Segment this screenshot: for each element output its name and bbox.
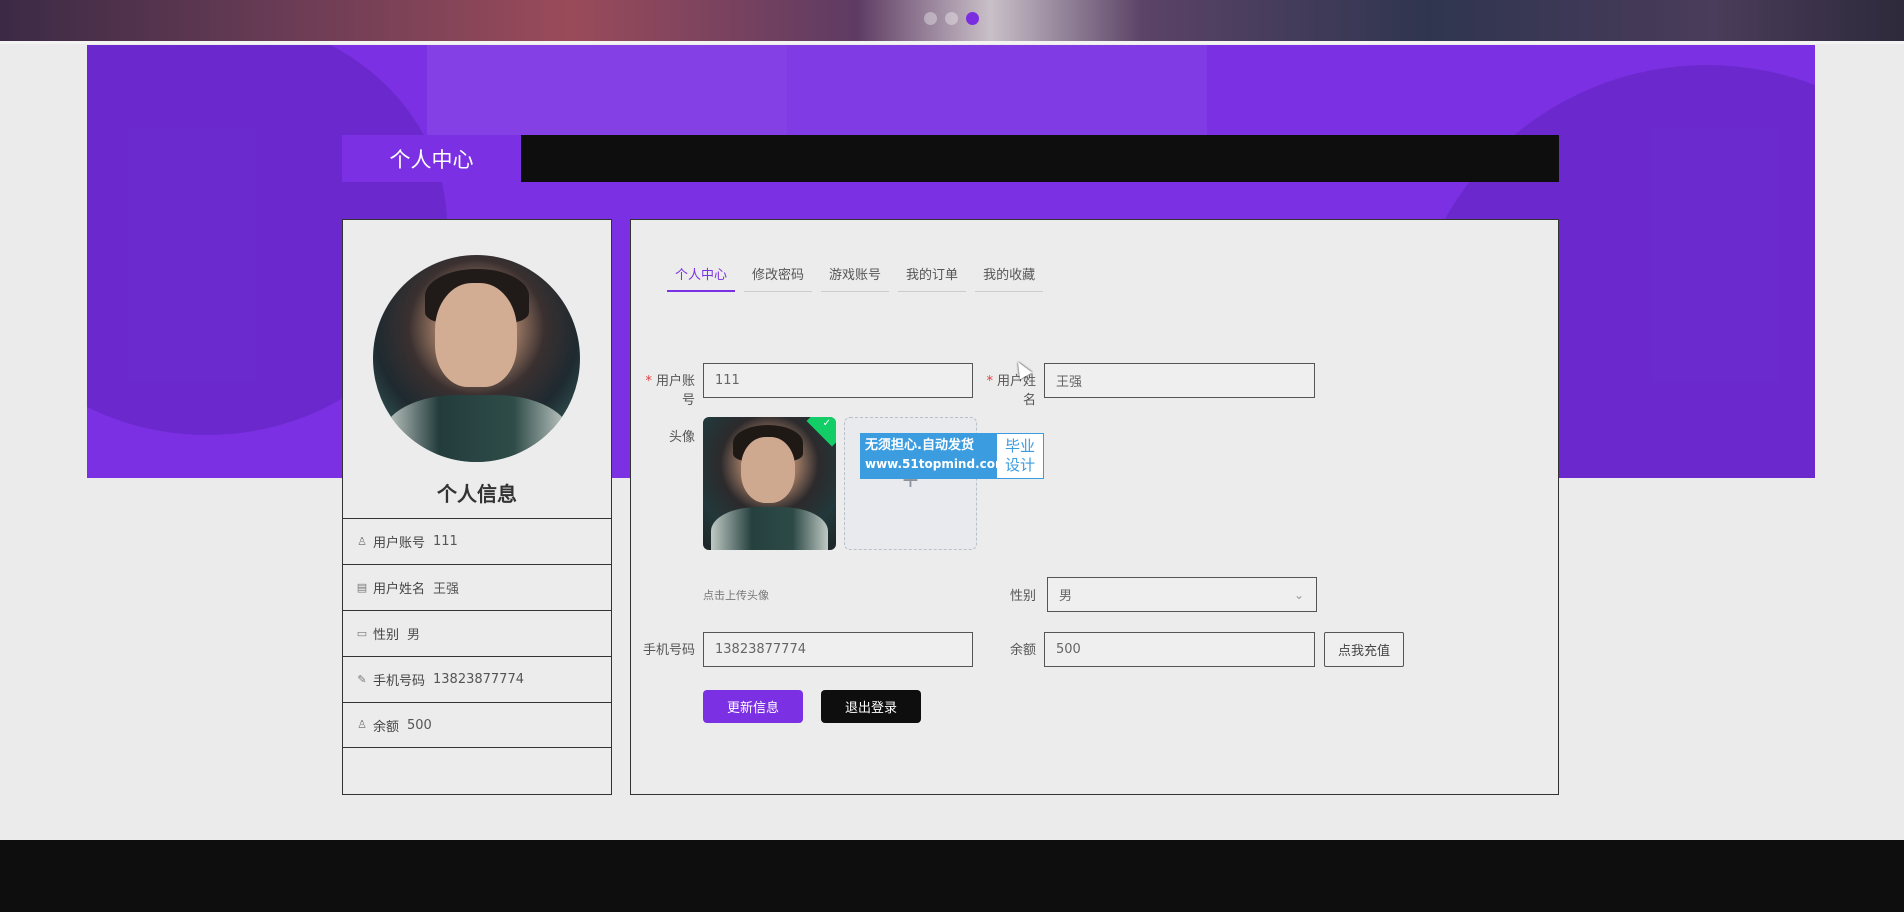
tab-profile[interactable]: 个人中心 [667,256,736,292]
carousel-dot[interactable] [924,12,937,25]
info-value: 111 [433,534,458,549]
user-icon: ♙ [357,534,367,548]
info-row-phone: ✎ 手机号码 13823877774 [343,656,611,702]
profile-info-title: 个人信息 [437,482,517,506]
avatar [373,255,580,462]
account-input[interactable]: 111 [703,363,973,398]
name-label: * 用户姓名 [986,374,1036,408]
carousel-indicators [924,12,979,25]
profile-form-card: 个人中心 修改密码 游戏账号 我的订单 我的收藏 * 用户账号 111 * 用户姓名… [630,219,1559,795]
balance-label: 余额 [1009,643,1036,658]
edit-icon: ✎ [357,672,367,686]
phone-input[interactable]: 13823877774 [703,632,973,667]
recharge-button[interactable]: 点我充值 [1324,632,1404,667]
uploaded-avatar-thumbnail[interactable]: ✓ [703,417,836,550]
info-label: 用户账号 [373,536,426,551]
account-label: * 用户账号 [645,374,695,408]
info-label: 性别 [373,628,400,643]
gender-select[interactable]: 男 ⌄ [1047,577,1317,612]
info-value: 500 [407,717,432,733]
footer [0,840,1904,912]
carousel-dot-active[interactable] [966,12,979,25]
chevron-down-icon: ⌄ [1293,588,1304,602]
info-row-name: ▤ 用户姓名 王强 [343,564,611,610]
top-banner-carousel [0,0,1904,41]
info-label: 手机号码 [373,674,426,689]
info-row-balance: ♙ 余额 500 [343,702,611,748]
tab-game-account[interactable]: 游戏账号 [821,256,890,292]
user-icon: ♙ [357,718,367,731]
gender-selected-value: 男 [1059,589,1073,604]
info-value: 13823877774 [433,672,524,687]
id-card-icon: ▤ [356,580,368,594]
watermark-badge: 无须担心.自动发货 www.51topmind.com 毕业 设计 [860,433,1044,479]
name-input[interactable]: 王强 [1044,363,1315,398]
tab-my-favorites[interactable]: 我的收藏 [975,256,1044,292]
phone-label: 手机号码 [642,643,695,658]
page-title: 个人中心 [342,135,521,182]
info-value: 男 [407,628,421,643]
profile-info-list: ♙ 用户账号 111 ▤ 用户姓名 王强 ▭ 性别 男 ✎ 手机号码 13823… [343,518,611,748]
section-title-bar: 个人中心 [342,135,1559,182]
chat-icon: ▭ [356,626,368,640]
info-value: 王强 [433,582,460,597]
carousel-dot[interactable] [945,12,958,25]
info-row-account: ♙ 用户账号 111 [343,518,611,564]
avatar-upload-hint: 点击上传头像 [703,589,769,602]
banner-divider [0,41,1904,44]
avatar-label: 头像 [668,430,695,445]
update-info-button[interactable]: 更新信息 [703,690,803,723]
logout-button[interactable]: 退出登录 [821,690,921,723]
profile-tabs: 个人中心 修改密码 游戏账号 我的订单 我的收藏 [667,256,1052,292]
profile-info-card: 个人信息 ♙ 用户账号 111 ▤ 用户姓名 王强 ▭ 性别 男 ✎ 手机号码 … [342,219,612,795]
info-row-gender: ▭ 性别 男 [343,610,611,656]
tab-my-orders[interactable]: 我的订单 [898,256,967,292]
upload-success-icon: ✓ [806,417,836,447]
info-label: 用户姓名 [373,582,426,597]
info-label: 余额 [373,719,400,735]
balance-input[interactable]: 500 [1044,632,1315,667]
tab-change-password[interactable]: 修改密码 [744,256,813,292]
gender-label: 性别 [1009,589,1036,604]
